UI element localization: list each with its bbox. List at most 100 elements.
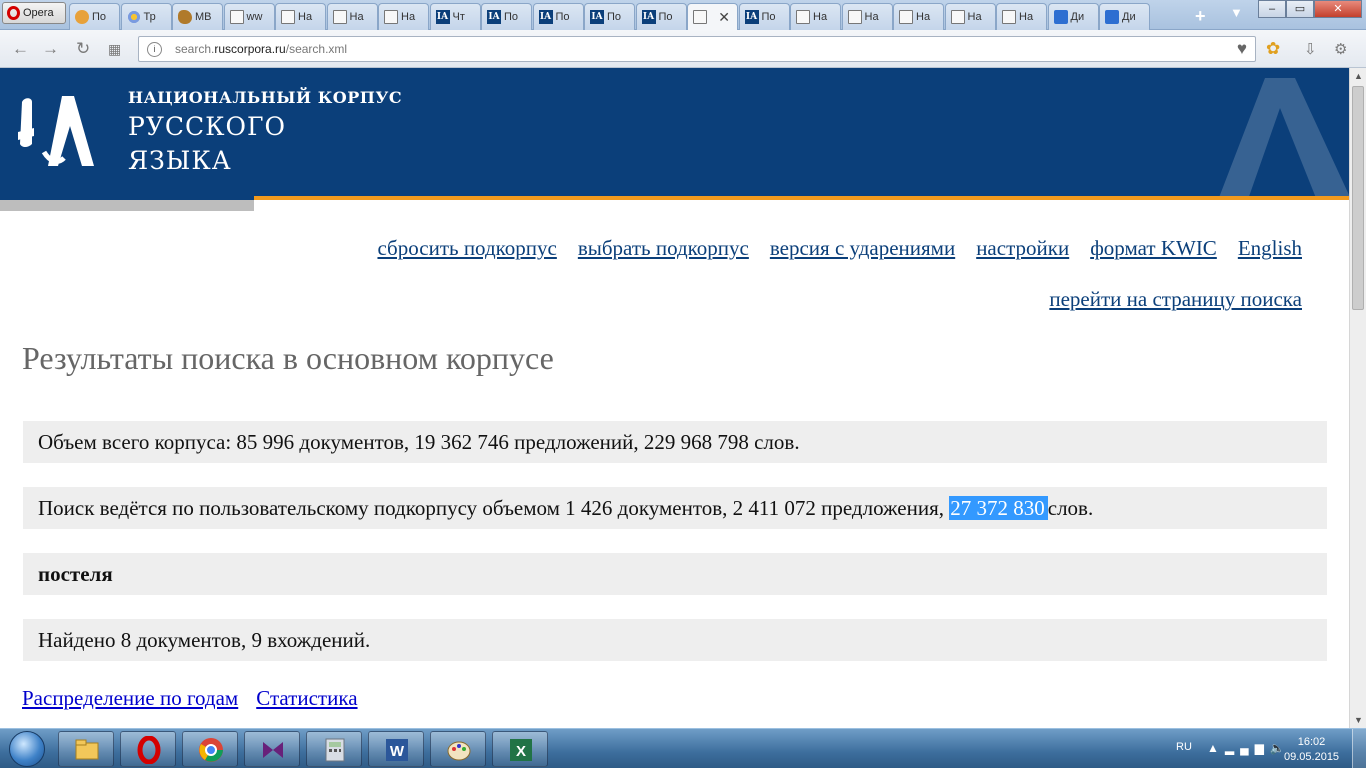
distribution-by-years-link[interactable]: Распределение по годам xyxy=(22,686,238,710)
browser-tab-strip: Opera По Тр МВ ww На На На IA Чт IA По IA По IA По IA По… xyxy=(0,0,1366,31)
site-header: НАЦИОНАЛЬНЫЙ КОРПУС РУССКОГО ЯЗЫКА xyxy=(0,68,1349,200)
taskbar-paint-button[interactable] xyxy=(430,731,486,767)
ruscorpora-logo-icon[interactable] xyxy=(14,92,98,172)
browser-tab[interactable]: ww xyxy=(223,3,275,30)
site-info-icon[interactable]: i xyxy=(147,42,162,57)
explorer-icon xyxy=(75,739,99,760)
calculator-icon xyxy=(325,738,345,762)
taskbar-explorer-button[interactable] xyxy=(58,731,114,767)
tray-arrow-icon[interactable]: ▲ xyxy=(1207,741,1225,755)
page-favicon-icon xyxy=(899,10,913,24)
browser-tab[interactable]: На xyxy=(326,3,378,30)
browser-tab[interactable]: IA По xyxy=(738,3,790,30)
taskbar-calculator-button[interactable] xyxy=(306,731,362,767)
browser-tab[interactable]: IA По xyxy=(635,3,687,30)
network-signal-icon[interactable]: ▂▄▆ xyxy=(1225,741,1270,755)
tab-title: По xyxy=(92,11,107,23)
taskbar-visual-studio-button[interactable] xyxy=(244,731,300,767)
language-indicator[interactable]: RU xyxy=(1176,741,1192,768)
browser-tab[interactable]: На xyxy=(944,3,996,30)
tab-title: Чт xyxy=(452,11,465,23)
browser-tab[interactable]: По xyxy=(69,3,120,30)
selected-word-count[interactable]: 27 372 830 xyxy=(949,496,1048,520)
new-tab-icon[interactable]: + xyxy=(1195,6,1206,27)
browser-tab[interactable]: Тр xyxy=(120,3,172,30)
tab-menu-chevron-icon[interactable]: ▼ xyxy=(1230,5,1243,20)
english-link[interactable]: English xyxy=(1238,236,1302,260)
statistics-link[interactable]: Статистика xyxy=(256,686,357,710)
extensions-flower-icon[interactable]: ✿ xyxy=(1266,39,1280,59)
scroll-up-arrow-icon[interactable]: ▲ xyxy=(1354,71,1363,81)
browser-tab[interactable]: На xyxy=(996,3,1047,30)
scrollbar-thumb[interactable] xyxy=(1352,86,1364,310)
reset-subcorpus-link[interactable]: сбросить подкорпус xyxy=(377,236,556,260)
taskbar-excel-button[interactable]: X xyxy=(492,731,548,767)
opera-menu-button[interactable]: Opera xyxy=(2,2,66,24)
url-field[interactable]: i search.ruscorpora.ru/search.xml ♥ xyxy=(138,36,1256,62)
browser-tab[interactable]: На xyxy=(275,3,326,30)
visual-studio-icon xyxy=(263,742,283,758)
clock-date: 09.05.2015 xyxy=(1284,751,1340,763)
browser-tab[interactable]: На xyxy=(790,3,841,30)
menu-icon[interactable]: ⚙ xyxy=(1334,40,1347,58)
corpus-size-box: Объем всего корпуса: 85 996 документов, … xyxy=(23,421,1327,463)
orange-favicon-icon xyxy=(75,10,89,24)
go-to-search-page-link[interactable]: перейти на страницу поиска xyxy=(1049,287,1302,311)
browser-tab[interactable]: Ди xyxy=(1047,3,1099,30)
page-favicon-icon xyxy=(950,10,965,24)
browser-tab[interactable]: IA По xyxy=(481,3,532,30)
header-accent-line xyxy=(254,196,1349,200)
back-arrow-icon[interactable]: ← xyxy=(12,39,29,59)
corpus-size-text: Объем всего корпуса: 85 996 документов, … xyxy=(38,430,800,454)
browser-tab[interactable]: Ди xyxy=(1099,3,1150,30)
tab-title: На xyxy=(813,11,828,23)
browser-tab[interactable]: IA По xyxy=(532,3,584,30)
tab-title: По xyxy=(607,11,622,23)
select-subcorpus-link[interactable]: выбрать подкорпус xyxy=(578,236,749,260)
browser-tab[interactable]: ✕ xyxy=(687,3,738,31)
show-desktop-button[interactable] xyxy=(1352,729,1366,768)
svg-text:X: X xyxy=(516,743,526,760)
browser-tab[interactable]: IA По xyxy=(584,3,635,30)
tab-title: На xyxy=(349,11,364,23)
vertical-scrollbar[interactable]: ▲ ▼ xyxy=(1349,68,1366,728)
browser-tab[interactable]: МВ xyxy=(172,3,223,30)
found-count-box: Найдено 8 документов, 9 вхождений. xyxy=(23,619,1327,661)
query-box: постеля xyxy=(23,553,1327,595)
taskbar-chrome-button[interactable] xyxy=(182,731,238,767)
tray-icons[interactable]: ▲▂▄▆🔈 xyxy=(1207,741,1291,768)
tab-title: По xyxy=(658,11,673,23)
settings-link[interactable]: настройки xyxy=(976,236,1069,260)
maximize-button[interactable]: ▭ xyxy=(1286,0,1314,18)
close-window-button[interactable]: ✕ xyxy=(1314,0,1362,18)
clock[interactable]: 16:02 09.05.2015 xyxy=(1284,735,1339,768)
ruscorp-favicon-icon: IA xyxy=(435,10,450,24)
clock-time: 16:02 xyxy=(1297,736,1326,748)
squirrel-favicon-icon xyxy=(178,10,192,24)
page-favicon-icon xyxy=(693,10,707,24)
page-favicon-icon xyxy=(229,10,244,24)
downloads-icon[interactable]: ⇩ xyxy=(1304,40,1317,58)
bookmark-heart-icon[interactable]: ♥ xyxy=(1237,39,1247,59)
scroll-down-arrow-icon[interactable]: ▼ xyxy=(1354,715,1363,725)
ruscorp-favicon-icon: IA xyxy=(538,10,553,24)
tab-title: На xyxy=(1019,11,1034,23)
browser-tab[interactable]: На xyxy=(841,3,893,30)
subcorpus-info-box: Поиск ведётся по пользовательскому подко… xyxy=(23,487,1327,529)
start-button[interactable] xyxy=(3,729,51,768)
taskbar-opera-button[interactable] xyxy=(120,731,176,767)
url-text[interactable]: search.ruscorpora.ru/search.xml xyxy=(175,42,347,56)
browser-tab[interactable]: На xyxy=(378,3,429,30)
kwic-format-link[interactable]: формат KWIC xyxy=(1090,236,1217,260)
speed-dial-grid-icon[interactable]: ▦ xyxy=(108,41,121,58)
taskbar-word-button[interactable]: W xyxy=(368,731,424,767)
forward-arrow-icon[interactable]: → xyxy=(42,39,59,59)
browser-tab[interactable]: На xyxy=(893,3,944,30)
accent-version-link[interactable]: версия с ударениями xyxy=(770,236,955,260)
minimize-button[interactable]: – xyxy=(1258,0,1286,18)
search-page-nav: перейти на страницу поиска xyxy=(1049,287,1302,312)
browser-tab[interactable]: IA Чт xyxy=(429,3,481,30)
reload-icon[interactable]: ↻ xyxy=(76,39,90,59)
page-favicon-icon xyxy=(281,10,295,24)
close-tab-icon[interactable]: ✕ xyxy=(718,9,730,26)
